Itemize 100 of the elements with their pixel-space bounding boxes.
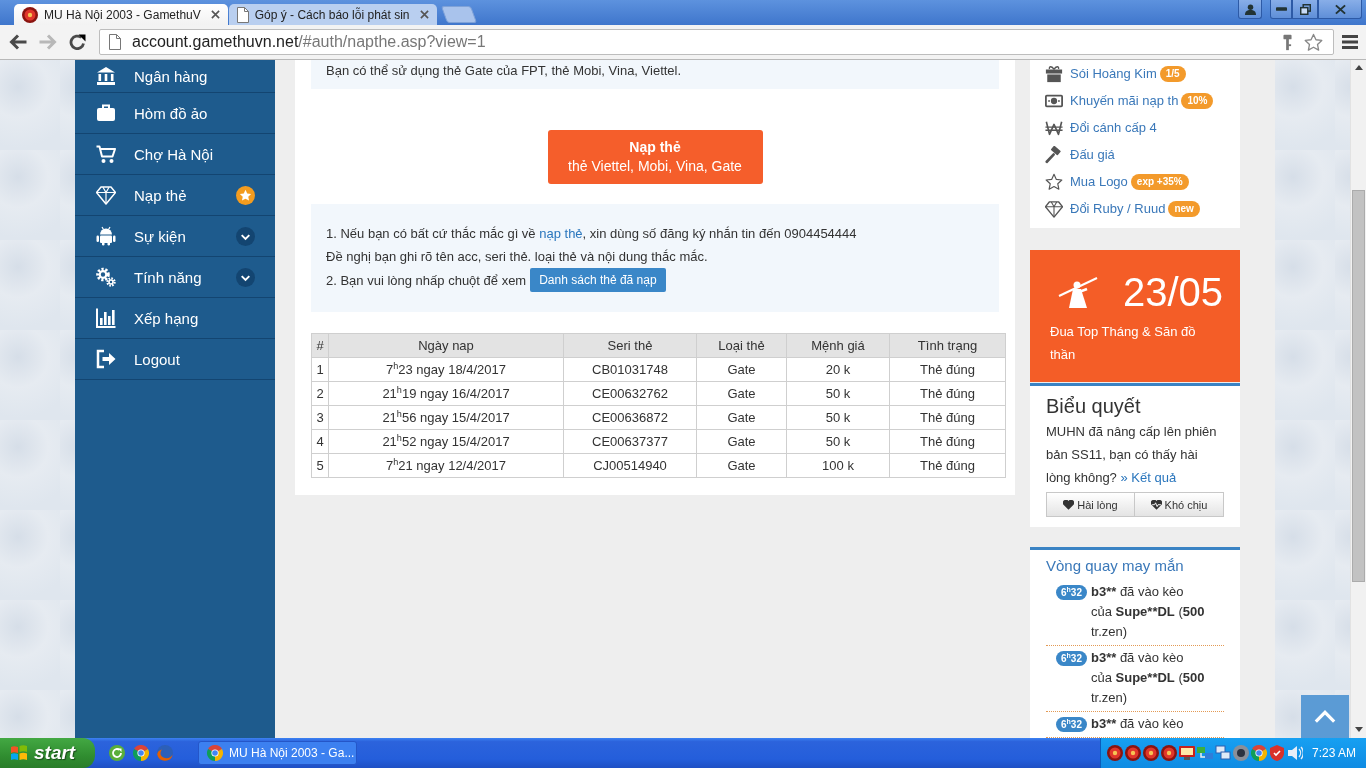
table-cell: 50 k (786, 381, 890, 406)
table-cell: Thẻ đúng (889, 453, 1006, 478)
sidebar-item[interactable]: Ngân hàng (75, 60, 275, 93)
menu-button[interactable] (1340, 32, 1360, 52)
circular-arrow-icon[interactable] (109, 745, 125, 761)
table-header-cell: Mệnh giá (786, 333, 890, 358)
bar-chart-icon (96, 308, 116, 328)
menu-link[interactable]: Mua Logo (1045, 172, 1128, 191)
menu-icon (1342, 35, 1358, 49)
minimize-icon (1275, 7, 1287, 11)
page-icon (109, 34, 121, 50)
menu-link[interactable]: Sói Hoàng Kim (1045, 64, 1157, 83)
table-cell: Gate (696, 381, 787, 406)
vote-button[interactable]: Hài lòng (1046, 492, 1135, 517)
monitor-icon[interactable] (1179, 745, 1195, 761)
menu-link[interactable]: Đổi Ruby / Ruud (1045, 199, 1166, 218)
gears-icon (96, 267, 116, 287)
table-header-cell: Loại thẻ (696, 333, 787, 358)
game-logo-icon (22, 6, 38, 23)
browser-icon[interactable] (133, 745, 149, 761)
speaker-icon[interactable] (1287, 745, 1303, 761)
windows-logo-icon (10, 745, 28, 761)
browser-icon (207, 745, 223, 761)
close-icon[interactable] (419, 10, 429, 19)
close-icon (1334, 3, 1346, 15)
table-cell: CE00636872 (563, 405, 697, 430)
arrow-right-icon (39, 34, 57, 50)
start-button[interactable]: start (0, 738, 95, 768)
spin-entry-text: b3** đã vào kèo của Supe**DL (500 tr.zen) (1090, 649, 1206, 707)
table-cell: 7$^{h}$21 ngay 12/4/2017 (328, 453, 564, 478)
table-cell: 50 k (786, 429, 890, 454)
address-bar[interactable]: account.gamethuvn.net/#auth/napthe.asp?view=1 (99, 29, 1334, 55)
table-cell: Thẻ đúng (889, 429, 1006, 454)
table-cell: CE00637377 (563, 429, 697, 454)
chevron-down-icon (236, 226, 255, 246)
bank-icon (96, 66, 116, 86)
diamond-icon (96, 185, 116, 205)
card-history-button[interactable]: Danh sách thẻ đã nạp (530, 268, 666, 292)
browser-tab[interactable]: Góp ý - Cách báo lỗi phát sin (228, 4, 437, 25)
chevron-down-icon (236, 267, 255, 287)
sidebar-item[interactable]: Xếp hạng (75, 298, 275, 339)
help-text: Đề nghị bạn ghi rõ tên acc, seri thẻ. loại thẻ và nội dung thắc mắc. (326, 248, 709, 266)
shopping-cart-icon (96, 144, 116, 164)
table-header-cell: Seri thẻ (563, 333, 697, 358)
recharge-link[interactable]: nạp thẻ (539, 226, 583, 241)
time-badge: 6$^{h}$32 (1056, 651, 1087, 666)
gift-icon (1045, 64, 1063, 83)
close-button[interactable] (1318, 0, 1362, 19)
bookmark-star-icon[interactable] (1304, 32, 1323, 52)
game-logo-icon[interactable] (1143, 745, 1159, 761)
table-header-cell: Ngày nap (328, 333, 564, 358)
sidebar-item[interactable]: Sự kiện (75, 216, 275, 257)
table-header-cell: Tình trạng (889, 333, 1006, 358)
briefcase-icon (96, 103, 116, 123)
account-button[interactable] (1238, 0, 1262, 19)
table-cell: 21$^{h}$56 ngay 15/4/2017 (328, 405, 564, 430)
table-cell: CB01031748 (563, 357, 697, 382)
table-cell: 7$^{h}$23 ngay 18/4/2017 (328, 357, 564, 382)
sidebar-item[interactable]: Tính năng (75, 257, 275, 298)
notice-text: Bạn có thể sử dụng thẻ Gate của FPT, thẻ Mobi, Vina, Viettel. (326, 62, 683, 80)
menu-link[interactable]: Đấu giá (1045, 145, 1115, 164)
minimize-button[interactable] (1270, 0, 1292, 19)
results-link[interactable]: » Kết quả (1120, 470, 1177, 485)
person-icon (1244, 3, 1256, 15)
table-cell: Thẻ đúng (889, 405, 1006, 430)
poll-title: Biểu quyết (1046, 394, 1142, 419)
computer-icon[interactable] (1215, 745, 1231, 761)
scroll-down-arrow-icon[interactable] (1354, 727, 1363, 732)
menu-link[interactable]: Khuyến mãi nạp th (1045, 91, 1179, 110)
browser-icon[interactable] (1251, 745, 1267, 761)
scrollbar-thumb[interactable] (1352, 190, 1365, 582)
table-cell: Gate (696, 357, 787, 382)
close-icon[interactable] (210, 10, 220, 19)
game-logo-icon[interactable] (1107, 745, 1123, 761)
heartbeat-icon (1150, 499, 1162, 510)
poll-question: MUHN đã nâng cấp lên phiên bản SS11, bạn có thấy hài lòng không? » Kết quả (1046, 423, 1218, 487)
browser-tab[interactable]: MU Hà Nội 2003 - GamethuV (14, 4, 228, 25)
menu-link[interactable]: Đổi cánh cấp 4 (1045, 118, 1157, 137)
game-logo-icon[interactable] (1125, 745, 1141, 761)
network-icon[interactable] (1197, 745, 1213, 761)
scroll-to-top-button[interactable] (1301, 695, 1349, 738)
star-icon (1045, 172, 1063, 191)
scroll-up-arrow-icon[interactable] (1354, 65, 1363, 70)
vote-button[interactable]: Khó chịu (1135, 492, 1224, 517)
shield-icon[interactable] (1269, 745, 1285, 761)
disc-icon[interactable] (1233, 745, 1249, 761)
lucky-wheel-title: Vòng quay may mắn (1046, 556, 1185, 576)
table-cell: 100 k (786, 453, 890, 478)
table-cell: CJ00514940 (563, 453, 697, 478)
sidebar-item[interactable]: Hòm đồ ảo (75, 93, 275, 134)
sidebar-item[interactable]: Nạp thẻ (75, 175, 275, 216)
clock-text: 7:23 AM (1311, 746, 1356, 760)
table-cell: 2 (311, 381, 329, 406)
heart-icon (1063, 499, 1075, 510)
restore-button[interactable] (1292, 0, 1318, 19)
table-cell: 5 (311, 453, 329, 478)
chevron-up-icon (1314, 710, 1336, 723)
game-logo-icon[interactable] (1161, 745, 1177, 761)
key-icon[interactable] (1283, 33, 1292, 51)
taskbar-window-button[interactable]: MU Hà Nội 2003 - Ga... (198, 741, 357, 765)
